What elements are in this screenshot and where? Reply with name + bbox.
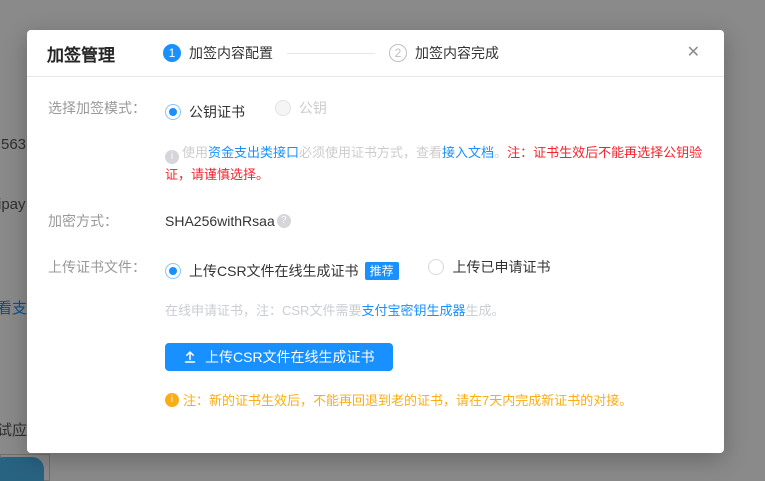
cert-switch-warning-text: 注：新的证书生效后，不能再回退到老的证书，请在7天内完成新证书的对接。 [183, 391, 632, 411]
step-connector-line [287, 53, 375, 54]
radio-upload-existing-label: 上传已申请证书 [452, 257, 550, 277]
step-1-label: 加签内容配置 [189, 43, 273, 63]
radio-unselected-icon [428, 259, 444, 275]
upload-cert-row: 上传证书文件： 上传CSR文件在线生成证书 推荐 上传已申请证书 在线申请证书，… [48, 257, 704, 411]
radio-public-key-label: 公钥 [299, 98, 327, 118]
radio-disabled-icon [275, 100, 291, 116]
cert-switch-warning: i 注：新的证书生效后，不能再回退到老的证书，请在7天内完成新证书的对接。 [165, 391, 704, 411]
upload-csr-button-label: 上传CSR文件在线生成证书 [205, 347, 375, 367]
info-icon: i [165, 150, 179, 164]
radio-csr-generate[interactable]: 上传CSR文件在线生成证书 推荐 [165, 261, 399, 281]
radio-selected-icon [165, 104, 181, 120]
hint-period: 。 [494, 145, 507, 160]
funds-api-link[interactable]: 资金支出类接口 [208, 145, 299, 160]
hint-prefix: 使用 [182, 145, 208, 160]
modal-body: 选择加签模式： 公钥证书 公钥 i使用资金支出类接口必须使用证书方式，查看接入文… [27, 77, 724, 411]
csr-note: 在线申请证书，注：CSR文件需要支付宝密钥生成器生成。 [165, 301, 704, 321]
warning-icon: i [165, 393, 179, 407]
signature-management-modal: 加签管理 1 加签内容配置 2 加签内容完成 ✕ 选择加签模式： 公钥证书 公钥 [27, 30, 724, 453]
step-2-number-badge: 2 [389, 44, 407, 62]
help-icon[interactable]: ? [277, 214, 291, 228]
radio-csr-generate-label: 上传CSR文件在线生成证书 [189, 261, 359, 281]
radio-public-key-cert[interactable]: 公钥证书 [165, 102, 245, 122]
recommended-badge: 推荐 [365, 262, 399, 280]
keygen-tool-link[interactable]: 支付宝密钥生成器 [361, 303, 465, 318]
upload-csr-button[interactable]: 上传CSR文件在线生成证书 [165, 343, 393, 371]
step-2-label: 加签内容完成 [415, 43, 499, 63]
sign-mode-label: 选择加签模式： [48, 98, 165, 118]
sign-mode-hint: i使用资金支出类接口必须使用证书方式，查看接入文档。注：证书生效后不能再选择公钥… [165, 142, 704, 185]
upload-cert-label: 上传证书文件： [48, 257, 165, 277]
radio-upload-existing[interactable]: 上传已申请证书 [428, 257, 550, 277]
step-2: 2 加签内容完成 [389, 43, 499, 63]
radio-public-key[interactable]: 公钥 [275, 98, 327, 118]
encrypt-mode-row: 加密方式： SHA256withRsaa ? [48, 211, 704, 231]
docs-link[interactable]: 接入文档 [442, 145, 494, 160]
close-icon[interactable]: ✕ [683, 41, 704, 65]
radio-selected-icon [165, 263, 181, 279]
note-suffix: 生成。 [465, 303, 504, 318]
sign-mode-row: 选择加签模式： 公钥证书 公钥 i使用资金支出类接口必须使用证书方式，查看接入文… [48, 98, 704, 211]
step-1: 1 加签内容配置 [163, 43, 273, 63]
encrypt-mode-value: SHA256withRsaa [165, 211, 275, 231]
modal-title: 加签管理 [47, 41, 115, 66]
modal-header: 加签管理 1 加签内容配置 2 加签内容完成 ✕ [27, 30, 724, 77]
upload-icon [183, 350, 197, 364]
note-prefix: 在线申请证书，注：CSR文件需要 [165, 303, 361, 318]
step-1-number-badge: 1 [163, 44, 181, 62]
encrypt-mode-label: 加密方式： [48, 211, 165, 231]
hint-middle: 必须使用证书方式，查看 [299, 145, 442, 160]
radio-public-key-cert-label: 公钥证书 [189, 102, 245, 122]
